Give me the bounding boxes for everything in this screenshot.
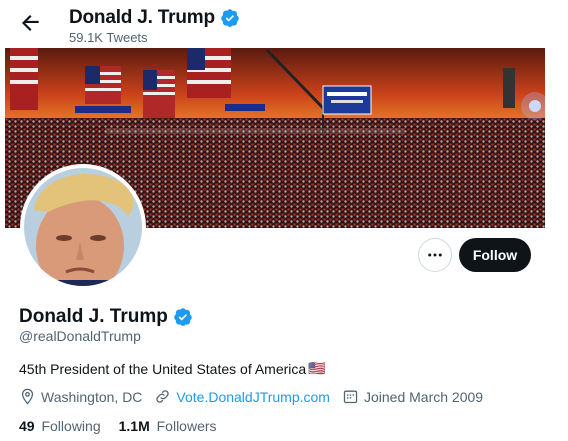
us-flag-icon: 🇺🇸 — [308, 360, 326, 376]
location-pin-icon — [21, 388, 34, 405]
more-options-button[interactable] — [418, 238, 452, 272]
profile-display-name: Donald J. Trump — [19, 306, 168, 327]
flag-left — [10, 48, 38, 110]
profile-name: Donald J. Trump — [19, 305, 193, 329]
followers-count: 1.1M — [118, 418, 150, 434]
location-text: Washington, DC — [41, 388, 143, 405]
more-dots-icon — [428, 253, 442, 257]
joined-text: Joined March 2009 — [363, 388, 484, 405]
avatar[interactable] — [20, 164, 146, 290]
flag-2 — [85, 66, 121, 104]
following-count: 49 — [19, 418, 35, 434]
header-title: Donald J. Trump — [69, 6, 240, 30]
profile-page: Donald J. Trump 59.1K Tweets Follow Dona… — [5, 0, 545, 441]
profile-bio: 45th President of the United States of A… — [19, 360, 326, 377]
arrow-left-icon — [21, 14, 39, 32]
profile-handle: @realDonaldTrump — [19, 328, 141, 344]
avatar-image — [24, 168, 142, 286]
back-button[interactable] — [17, 10, 43, 36]
profile-meta: Washington, DC Vote.DonaldJTrump.com Joi… — [19, 388, 495, 405]
header-name: Donald J. Trump — [69, 7, 215, 28]
sign-1 — [75, 106, 131, 113]
follow-button[interactable]: Follow — [459, 238, 531, 272]
flag-4 — [187, 48, 231, 98]
website-link[interactable]: Vote.DonaldJTrump.com — [176, 389, 330, 405]
following-label: Following — [41, 418, 101, 434]
location-item: Washington, DC — [19, 388, 142, 405]
flag-3 — [143, 70, 175, 118]
verified-badge-icon — [174, 308, 192, 326]
followers-stat[interactable]: 1.1M Followers — [119, 418, 217, 434]
joined-item: Joined March 2009 — [342, 388, 483, 405]
calendar-icon — [343, 390, 358, 404]
link-icon — [156, 390, 170, 403]
followers-label: Followers — [156, 418, 217, 434]
website-item[interactable]: Vote.DonaldJTrump.com — [154, 388, 330, 405]
bio-text: 45th President of the United States of A… — [19, 360, 307, 377]
following-stat[interactable]: 49 Following — [19, 418, 101, 434]
follow-stats: 49 Following 1.1M Followers — [19, 418, 235, 434]
sign-2 — [225, 104, 265, 111]
tweet-count: 59.1K Tweets — [69, 30, 148, 45]
verified-badge-icon — [221, 9, 239, 27]
top-bar: Donald J. Trump 59.1K Tweets — [5, 0, 545, 48]
